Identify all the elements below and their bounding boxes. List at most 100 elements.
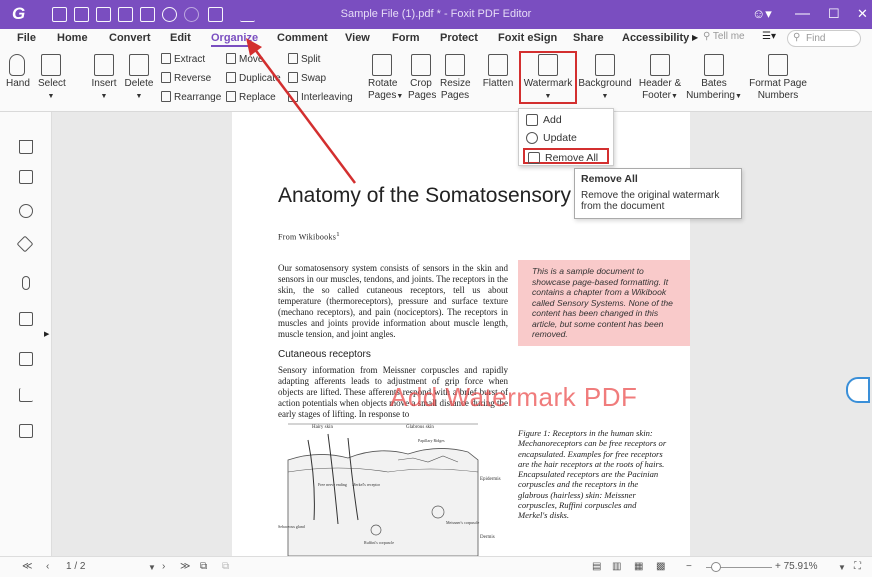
extract-button[interactable]: Extract [161, 53, 205, 65]
duplicate-icon [226, 72, 236, 83]
page-dropdown-icon[interactable]: ▼ [148, 563, 156, 572]
status-bar: ≪ ‹ 1 / 2 ▼ › ≫ ⧉ ⧉ ▤ ▥ ▦ ▩ − + 75.91% ▼… [0, 556, 872, 577]
navigation-panel: ▶ [0, 112, 52, 556]
document-viewer[interactable]: Anatomy of the Somatosensory Sy From Wik… [52, 112, 872, 556]
zoom-level[interactable]: + 75.91% [775, 561, 818, 572]
move-icon [226, 53, 236, 64]
duplicate-button[interactable]: Duplicate [226, 72, 281, 84]
rearrange-button[interactable]: Rearrange [161, 91, 221, 103]
zoom-out-icon[interactable]: − [686, 561, 692, 572]
tab-protect[interactable]: Protect [440, 32, 478, 44]
header-footer-label: Header & [638, 78, 682, 89]
tab-organize[interactable]: Organize [211, 32, 259, 47]
swap-button[interactable]: Swap [288, 72, 326, 84]
resize-label-2: Pages [440, 90, 470, 101]
hand-button[interactable]: Hand [6, 54, 30, 90]
bates-numbering-button[interactable]: Bates Numbering▼ [686, 54, 742, 103]
comments-icon[interactable] [19, 204, 33, 218]
expand-ribbon-icon[interactable]: ▶ [692, 33, 698, 42]
page-number-field[interactable]: 1 / 2 [66, 561, 85, 572]
flatten-button[interactable]: Flatten [482, 54, 514, 90]
delete-button[interactable]: Delete ▼ [124, 54, 154, 103]
tooltip-title: Remove All [581, 173, 638, 185]
hand-icon [9, 54, 25, 76]
minimize-button[interactable]: — [795, 4, 810, 24]
zoom-dropdown-icon[interactable]: ▼ [838, 563, 846, 572]
first-page-icon[interactable]: ≪ [22, 561, 32, 572]
previous-page-icon[interactable]: ‹ [46, 561, 49, 572]
tab-form[interactable]: Form [392, 32, 420, 44]
tell-me-label: Tell me [712, 31, 745, 42]
tab-convert[interactable]: Convert [109, 32, 151, 44]
swap-label: Swap [301, 73, 327, 84]
close-button[interactable]: ✕ [857, 4, 868, 24]
split-button[interactable]: Split [288, 53, 320, 65]
next-page-icon[interactable]: › [162, 561, 165, 572]
tab-file[interactable]: File [17, 32, 36, 44]
attachment-icon[interactable] [22, 276, 30, 290]
figure-label-free-nerve: Free nerve ending [318, 482, 347, 487]
move-button[interactable]: Move [226, 53, 263, 65]
background-button[interactable]: Background ▼ [578, 54, 632, 103]
tab-foxit-esign[interactable]: Foxit eSign [498, 32, 557, 44]
menu-item-remove-all-watermark[interactable]: Remove All [523, 148, 609, 164]
interleaving-button[interactable]: Interleaving [288, 91, 353, 103]
menu-item-update-watermark[interactable]: Update [523, 130, 609, 146]
maximize-button[interactable]: ☐ [828, 4, 840, 24]
tab-home[interactable]: Home [57, 32, 88, 44]
assistant-bubble-icon[interactable] [846, 377, 870, 403]
window-title: Sample File (1).pdf * - Foxit PDF Editor [340, 8, 532, 20]
expand-panel-icon[interactable]: ▶ [44, 330, 49, 338]
facing-view-icon[interactable]: ▦ [634, 561, 643, 572]
tab-comment[interactable]: Comment [277, 32, 328, 44]
fit-width-icon[interactable]: ⧉ [222, 561, 229, 572]
hand-label: Hand [6, 78, 30, 89]
search-options-icon[interactable]: ☰▾ [762, 31, 776, 42]
pages-icon[interactable] [19, 170, 33, 184]
select-label: Select [38, 78, 66, 89]
format-page-numbers-button[interactable]: Format Page Numbers [748, 54, 808, 102]
compare-icon[interactable] [19, 424, 33, 438]
flatten-icon [488, 54, 508, 76]
rearrange-label: Rearrange [174, 92, 222, 103]
signature-icon[interactable] [19, 388, 33, 402]
split-label: Split [301, 54, 321, 65]
tooltip-description: Remove the original watermark from the d… [581, 190, 720, 212]
tab-accessibility[interactable]: Accessibility [622, 32, 689, 44]
remove-all-label: Remove All [545, 152, 599, 164]
security-icon[interactable] [19, 312, 33, 326]
tab-edit[interactable]: Edit [170, 32, 191, 44]
continuous-view-icon[interactable]: ▥ [612, 561, 621, 572]
interleaving-icon [288, 91, 298, 102]
header-footer-label-2: Footer [642, 90, 671, 101]
fit-page-icon[interactable]: ⧉ [200, 561, 207, 572]
find-input[interactable]: ⚲ Find [787, 30, 861, 47]
resize-pages-button[interactable]: Resize Pages [440, 54, 471, 102]
delete-page-icon [129, 54, 149, 76]
form-fields-icon[interactable] [19, 352, 33, 366]
tab-view[interactable]: View [345, 32, 370, 44]
header-footer-icon [650, 54, 670, 76]
fullscreen-icon[interactable]: ⛶ [854, 561, 861, 572]
select-button[interactable]: Select ▼ [38, 54, 66, 103]
reverse-button[interactable]: Reverse [161, 72, 211, 84]
layers-icon[interactable] [16, 235, 34, 253]
rotate-icon [372, 54, 392, 76]
tab-share[interactable]: Share [573, 32, 604, 44]
zoom-slider-knob[interactable] [711, 562, 721, 572]
bookmark-icon[interactable] [19, 140, 33, 154]
watermark-highlight-frame [519, 51, 577, 104]
tell-me-input[interactable]: ⚲ Tell me [703, 31, 753, 47]
last-page-icon[interactable]: ≫ [180, 561, 190, 572]
insert-button[interactable]: Insert ▼ [90, 54, 118, 103]
crop-pages-button[interactable]: Crop Pages [408, 54, 436, 102]
select-icon [41, 54, 61, 76]
single-page-view-icon[interactable]: ▤ [592, 561, 601, 572]
account-icon[interactable]: ☺▾ [752, 4, 772, 24]
header-footer-button[interactable]: Header & Footer▼ [638, 54, 682, 103]
rotate-pages-button[interactable]: Rotate Pages▼ [368, 54, 403, 103]
menu-item-add-watermark[interactable]: Add [523, 112, 609, 128]
continuous-facing-view-icon[interactable]: ▩ [656, 561, 665, 572]
paragraph-intro: Our somatosensory system consists of sen… [278, 263, 508, 339]
replace-button[interactable]: Replace [226, 91, 276, 103]
